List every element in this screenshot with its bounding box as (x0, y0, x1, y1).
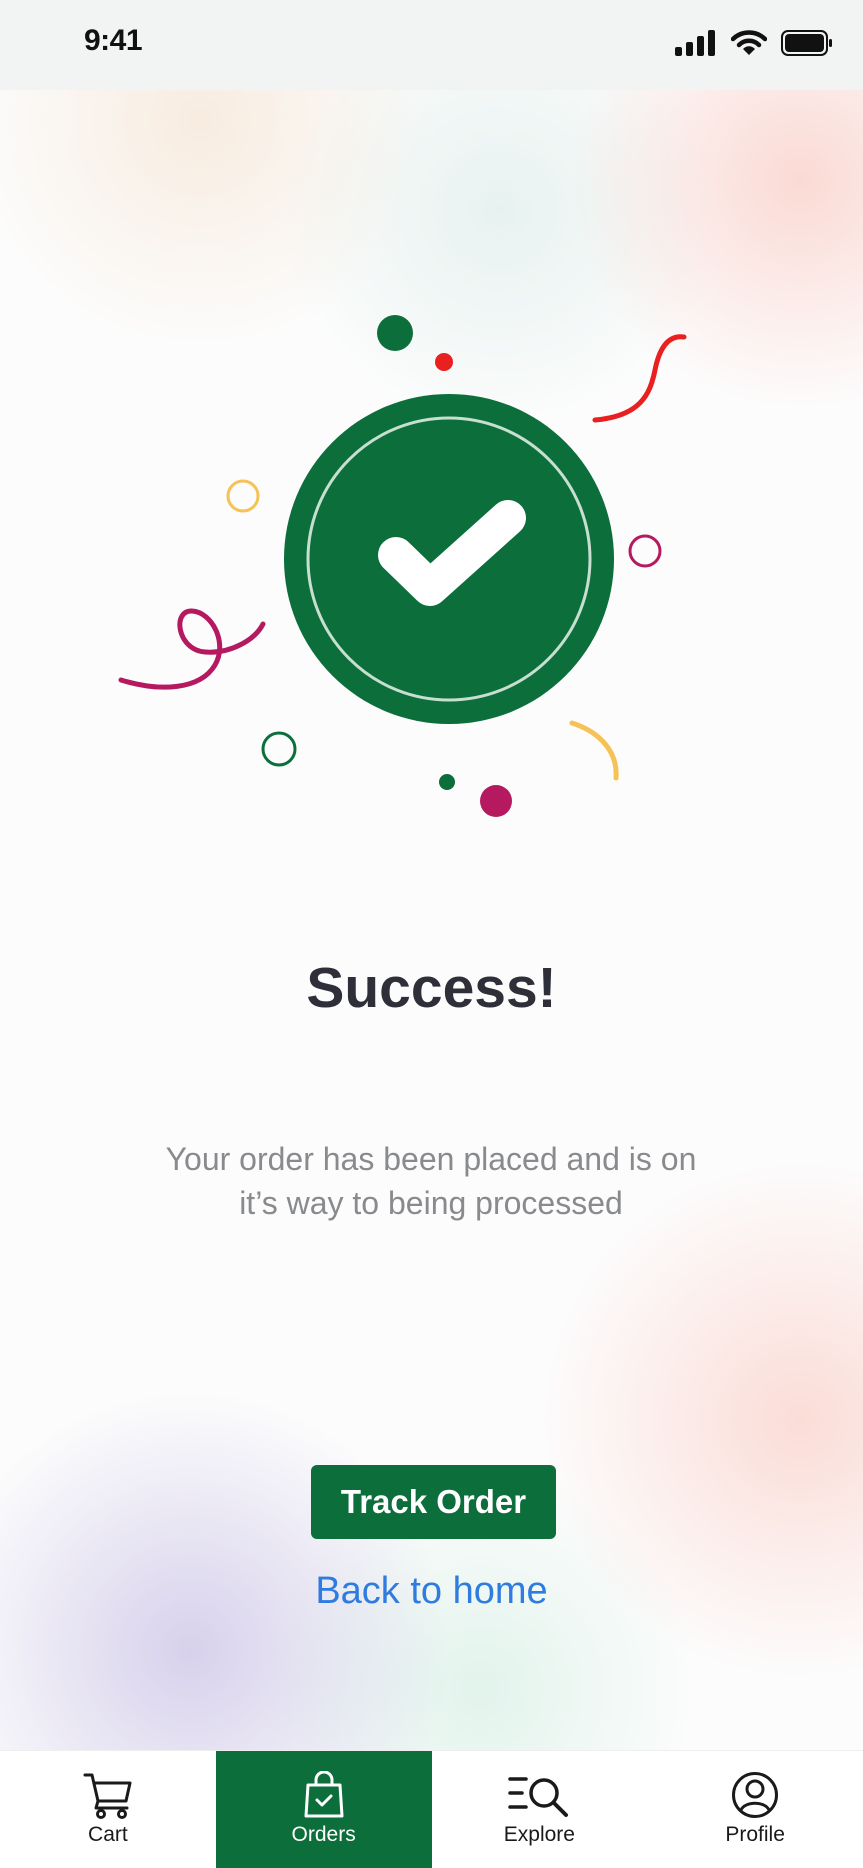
tab-label: Profile (725, 1823, 785, 1846)
confetti-arc (569, 720, 619, 781)
tab-orders[interactable]: Orders (215, 1751, 432, 1868)
tab-explore[interactable]: Explore (432, 1751, 648, 1868)
tab-profile[interactable]: Profile (647, 1751, 863, 1868)
confetti-dot (439, 774, 455, 790)
tab-cart[interactable]: Cart (0, 1751, 216, 1868)
tab-label: Cart (88, 1823, 128, 1846)
confetti-squiggle (592, 334, 687, 423)
confetti-loop (118, 608, 266, 690)
profile-icon (732, 1772, 779, 1818)
confetti-ring (628, 534, 662, 568)
track-order-button[interactable]: Track Order (311, 1465, 556, 1539)
explore-search-icon (508, 1777, 569, 1817)
confetti-ring (226, 479, 260, 513)
confetti-dot (377, 315, 413, 351)
back-to-home-link[interactable]: Back to home (0, 1570, 863, 1613)
shopping-bag-check-icon (304, 1771, 344, 1818)
tab-label: Orders (291, 1823, 356, 1846)
success-message-line: it’s way to being processed (239, 1185, 623, 1221)
cart-icon (83, 1773, 132, 1819)
success-message: Your order has been placed and is on it’… (131, 1137, 731, 1225)
success-title: Success! (306, 956, 557, 1020)
bottom-tab-bar: Cart Orders Explore Profile (0, 1750, 863, 1868)
confetti-dot (480, 785, 512, 817)
confetti-dot (435, 353, 453, 371)
success-illustration (118, 315, 687, 817)
tab-label: Explore (503, 1823, 575, 1846)
success-message-line: Your order has been placed and is on (165, 1141, 697, 1177)
confetti-ring (261, 731, 297, 767)
